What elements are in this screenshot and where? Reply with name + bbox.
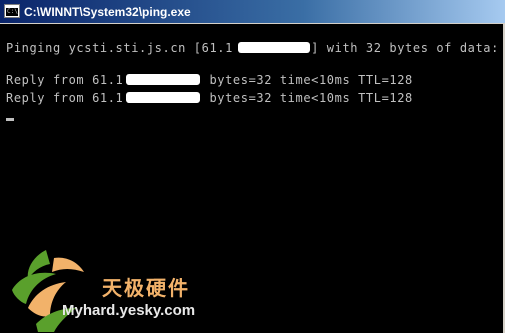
redacted-ip-mask xyxy=(126,92,200,103)
console-window-icon[interactable]: C:\ xyxy=(4,4,20,18)
watermark: 天极硬件 Myhard.yesky.com xyxy=(6,246,206,332)
window-title: C:\WINNT\System32\ping.exe xyxy=(24,5,191,19)
yesky-swirl-logo-icon xyxy=(12,250,84,332)
text-cursor xyxy=(6,118,14,121)
redacted-ip-mask xyxy=(126,74,200,85)
watermark-url: Myhard.yesky.com xyxy=(62,302,196,319)
redacted-ip-mask xyxy=(238,42,310,53)
console-window: C:\ C:\WINNT\System32\ping.exe Pinging y… xyxy=(0,0,505,333)
watermark-brand: 天极硬件 xyxy=(102,276,190,300)
console-line-reply-2: Reply from 61.1 : bytes=32 time<10ms TTL… xyxy=(6,91,413,105)
console-icon-glyph: C:\ xyxy=(6,8,18,16)
title-bar[interactable]: C:\ C:\WINNT\System32\ping.exe xyxy=(0,0,505,24)
console-line-reply-1: Reply from 61.1 : bytes=32 time<10ms TTL… xyxy=(6,73,413,87)
